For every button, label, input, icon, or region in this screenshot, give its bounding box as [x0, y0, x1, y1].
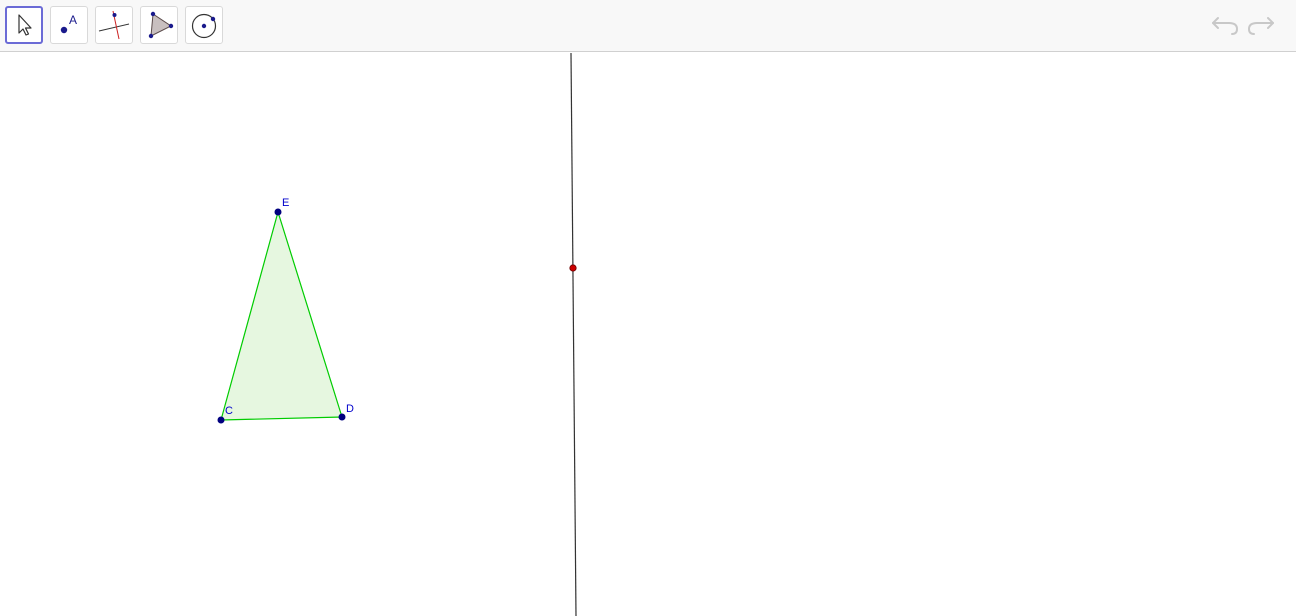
point-D-label: D: [346, 403, 354, 415]
point-C[interactable]: [217, 416, 225, 424]
graphics-view[interactable]: E C D: [0, 53, 1296, 616]
point-tool-letter: A: [69, 13, 77, 27]
point-D[interactable]: [338, 413, 346, 421]
point-E-label: E: [282, 197, 289, 209]
polygon-tool-button[interactable]: [140, 6, 178, 44]
polygon-icon: [143, 9, 175, 41]
circle-tool-button[interactable]: [185, 6, 223, 44]
redo-icon: [1246, 12, 1276, 41]
undo-button[interactable]: [1209, 12, 1241, 40]
circle-with-center-icon: [188, 9, 220, 41]
triangle-polygon[interactable]: [220, 209, 343, 421]
cursor-arrow-icon: [14, 13, 34, 37]
geometry-app: A E C D: [0, 0, 1296, 616]
move-tool-button[interactable]: [5, 6, 43, 44]
line[interactable]: [570, 53, 577, 616]
point-tool-button[interactable]: A: [50, 6, 88, 44]
point-E[interactable]: [274, 208, 282, 216]
redo-button[interactable]: [1245, 12, 1277, 40]
toolbar: A: [0, 0, 1296, 52]
perpendicular-lines-icon: [97, 9, 131, 41]
point-C-label: C: [225, 405, 233, 417]
point-A-icon: A: [54, 10, 84, 40]
undo-icon: [1210, 12, 1240, 41]
perpendicular-line-tool-button[interactable]: [95, 6, 133, 44]
line-point[interactable]: [569, 264, 577, 272]
